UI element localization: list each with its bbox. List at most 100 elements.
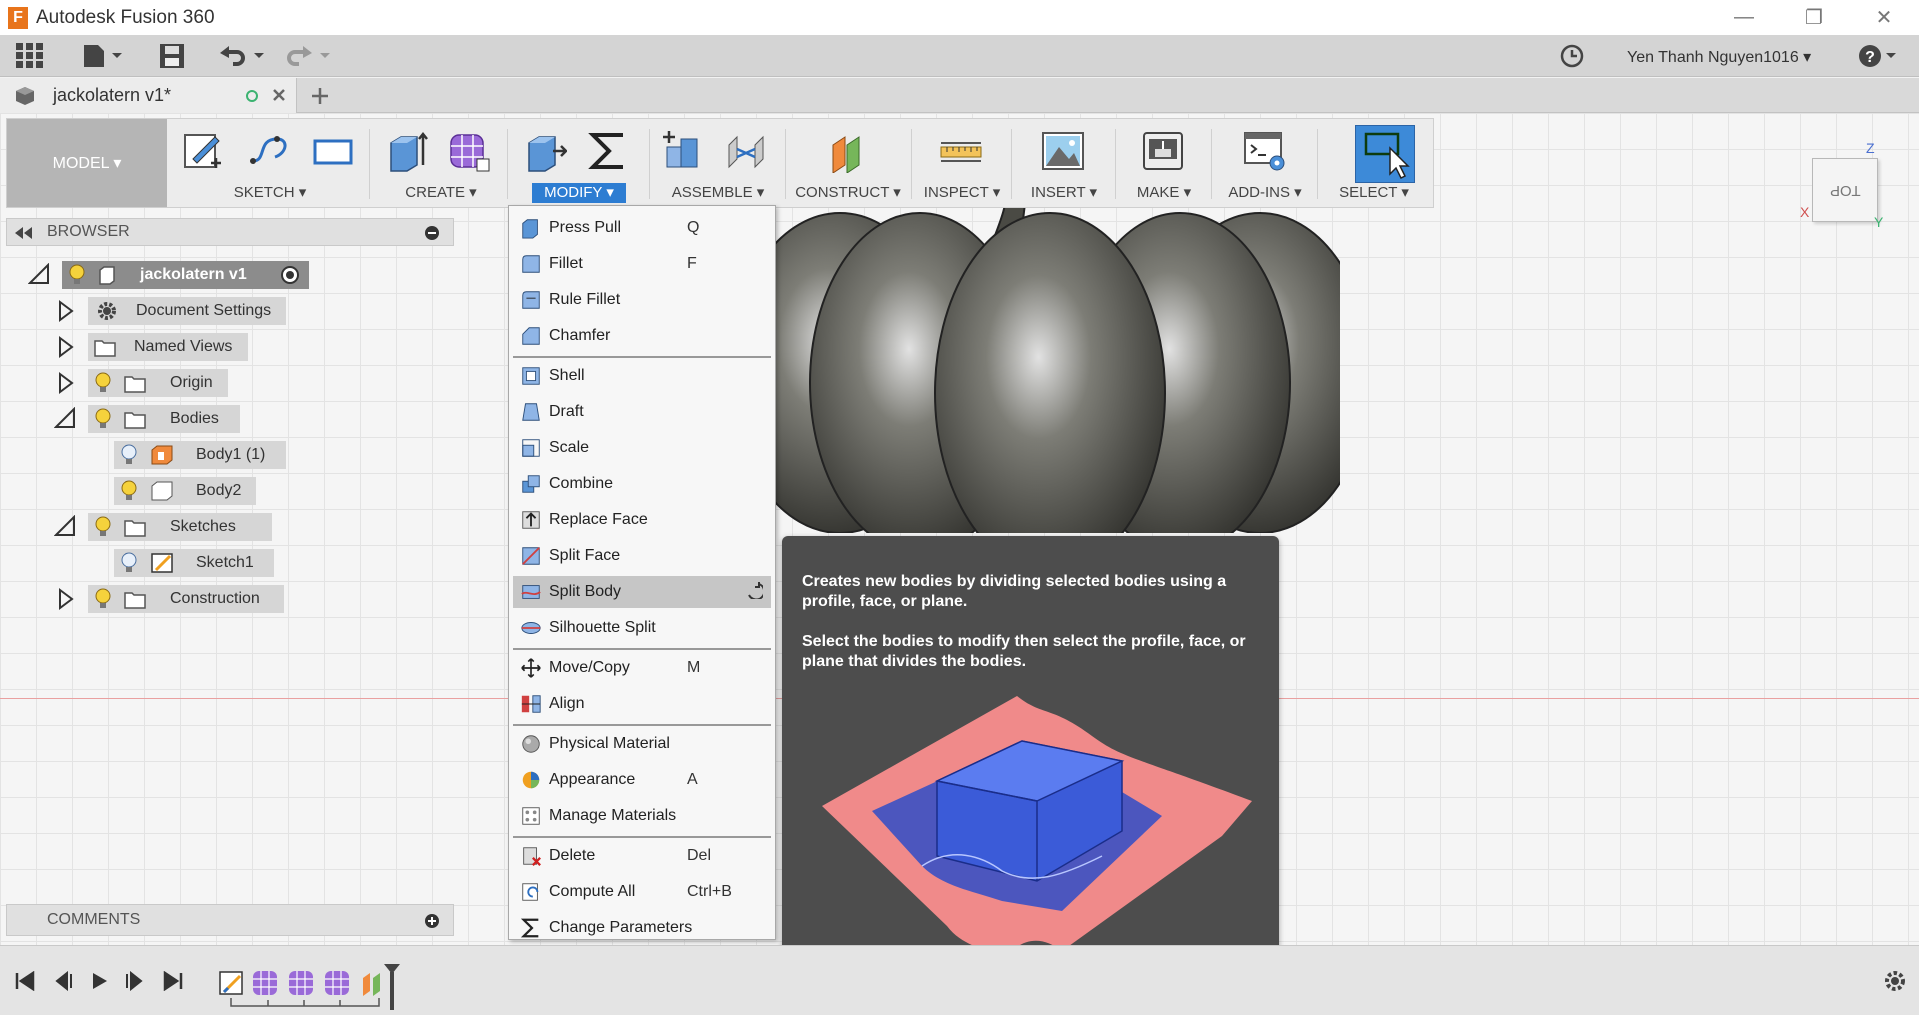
menu-item-rule-fillet[interactable]: Rule Fillet	[513, 284, 771, 316]
comments-panel-header[interactable]: COMMENTS	[6, 904, 454, 936]
help-button[interactable]: ?	[1856, 41, 1900, 71]
timeline-sketch-feature-icon[interactable]	[218, 970, 244, 996]
menu-item-physical-material[interactable]: Physical Material	[513, 728, 771, 760]
browser-root-node[interactable]: jackolatern v1	[62, 261, 309, 289]
data-panel-button[interactable]	[12, 41, 48, 71]
collapsed-arrow-icon[interactable]	[54, 335, 78, 359]
collapsed-arrow-icon[interactable]	[54, 371, 78, 395]
step-forward-button[interactable]	[122, 968, 148, 994]
minimize-button[interactable]: —	[1709, 0, 1779, 35]
view-cube[interactable]: TOP	[1812, 158, 1878, 222]
tree-item-body2[interactable]: Body2	[114, 476, 256, 506]
tree-node-construction[interactable]: Construction	[88, 585, 284, 613]
tree-item-construction[interactable]: Construction	[54, 584, 284, 614]
redo-button[interactable]	[280, 41, 334, 71]
timeline-settings-button[interactable]	[1882, 968, 1908, 994]
form-icon[interactable]	[447, 129, 491, 173]
close-tab-button[interactable]	[268, 84, 290, 106]
menu-item-silhouette-split[interactable]: Silhouette Split	[513, 612, 771, 644]
3d-print-icon[interactable]	[1141, 129, 1185, 173]
rectangle-icon[interactable]	[311, 129, 355, 173]
go-to-end-button[interactable]	[160, 968, 186, 994]
save-button[interactable]	[156, 41, 188, 71]
browser-root-row[interactable]: jackolatern v1	[28, 260, 309, 290]
tree-item-sketches[interactable]: Sketches	[54, 512, 272, 542]
tree-item-document-settings[interactable]: Document Settings	[54, 296, 286, 326]
pumpkin-model[interactable]	[760, 173, 1340, 533]
modify-group-label[interactable]: MODIFY ▾	[511, 183, 647, 203]
press-pull-icon[interactable]	[523, 129, 567, 173]
tree-node-sketches[interactable]: Sketches	[88, 513, 272, 541]
menu-item-split-body[interactable]: Split Body	[513, 576, 771, 608]
menu-item-replace-face[interactable]: Replace Face	[513, 504, 771, 536]
tree-node-body2[interactable]: Body2	[114, 477, 256, 505]
select-tool-button[interactable]	[1355, 125, 1415, 183]
document-tab[interactable]: jackolatern v1*	[0, 78, 297, 113]
addins-group-label[interactable]: ADD-INS ▾	[1215, 183, 1315, 201]
timeline-form-feature-icon[interactable]	[324, 970, 350, 996]
timeline-form-feature-icon[interactable]	[288, 970, 314, 996]
select-group-label[interactable]: SELECT ▾	[1321, 183, 1427, 201]
menu-item-combine[interactable]: Combine	[513, 468, 771, 500]
joint-icon[interactable]	[725, 129, 769, 173]
scripts-addins-icon[interactable]	[1243, 129, 1287, 173]
menu-item-manage-materials[interactable]: Manage Materials	[513, 800, 771, 832]
expanded-arrow-icon[interactable]	[54, 515, 78, 539]
menu-item-delete[interactable]: Delete Del	[513, 840, 771, 872]
collapsed-arrow-icon[interactable]	[54, 587, 78, 611]
user-account-menu[interactable]: Yen Thanh Nguyen1016 ▾	[1627, 47, 1811, 67]
menu-item-split-face[interactable]: Split Face	[513, 540, 771, 572]
expanded-arrow-icon[interactable]	[54, 407, 78, 431]
timeline-form-feature-icon[interactable]	[252, 970, 278, 996]
create-group-label[interactable]: CREATE ▾	[375, 183, 507, 201]
menu-item-scale[interactable]: Scale	[513, 432, 771, 464]
tree-item-sketch1[interactable]: Sketch1	[114, 548, 274, 578]
tree-node-named-views[interactable]: Named Views	[88, 333, 248, 361]
assemble-group-label[interactable]: ASSEMBLE ▾	[653, 183, 783, 201]
job-status-button[interactable]	[1556, 41, 1588, 71]
tree-node-bodies[interactable]: Bodies	[88, 405, 240, 433]
tree-item-origin[interactable]: Origin	[54, 368, 228, 398]
restore-button[interactable]: ❐	[1779, 0, 1849, 35]
construct-group-label[interactable]: CONSTRUCT ▾	[789, 183, 907, 201]
step-back-button[interactable]	[50, 968, 76, 994]
menu-item-press-pull[interactable]: Press Pull Q	[513, 212, 771, 244]
inspect-group-label[interactable]: INSPECT ▾	[915, 183, 1009, 201]
undo-button[interactable]	[214, 41, 268, 71]
menu-item-compute-all[interactable]: Compute All Ctrl+B	[513, 876, 771, 908]
measure-icon[interactable]	[939, 129, 983, 173]
sketch-group-label[interactable]: SKETCH ▾	[175, 183, 365, 201]
menu-item-appearance[interactable]: Appearance A	[513, 764, 771, 796]
make-group-label[interactable]: MAKE ▾	[1119, 183, 1209, 201]
new-component-icon[interactable]	[659, 129, 703, 173]
menu-item-chamfer[interactable]: Chamfer	[513, 320, 771, 352]
menu-item-draft[interactable]: Draft	[513, 396, 771, 428]
play-button[interactable]	[86, 968, 112, 994]
menu-item-align[interactable]: Align	[513, 688, 771, 720]
menu-item-shell[interactable]: Shell	[513, 360, 771, 392]
go-to-start-button[interactable]	[12, 968, 38, 994]
collapsed-arrow-icon[interactable]	[54, 299, 78, 323]
tree-item-named-views[interactable]: Named Views	[54, 332, 248, 362]
tree-node-body1[interactable]: Body1 (1)	[114, 441, 286, 469]
create-sketch-icon[interactable]	[181, 129, 225, 173]
browser-header[interactable]: BROWSER	[6, 218, 454, 246]
offset-plane-icon[interactable]	[825, 129, 869, 173]
timeline-marker-handle[interactable]	[382, 962, 402, 1012]
line-icon[interactable]	[247, 129, 291, 173]
tree-item-bodies[interactable]: Bodies	[54, 404, 240, 434]
close-window-button[interactable]: ✕	[1849, 0, 1919, 35]
new-tab-button[interactable]	[306, 82, 334, 110]
sigma-parameters-icon[interactable]	[587, 129, 631, 173]
insert-group-label[interactable]: INSERT ▾	[1015, 183, 1113, 201]
menu-item-move-copy[interactable]: Move/Copy M	[513, 652, 771, 684]
insert-image-icon[interactable]	[1041, 129, 1085, 173]
tree-item-body1[interactable]: Body1 (1)	[114, 440, 286, 470]
workspace-switcher[interactable]: MODEL ▾	[7, 119, 167, 207]
tree-node-document-settings[interactable]: Document Settings	[88, 297, 286, 325]
extrude-icon[interactable]	[385, 129, 429, 173]
tree-node-sketch1[interactable]: Sketch1	[114, 549, 274, 577]
expanded-arrow-icon[interactable]	[28, 263, 52, 287]
tree-node-origin[interactable]: Origin	[88, 369, 228, 397]
menu-item-fillet[interactable]: Fillet F	[513, 248, 771, 280]
